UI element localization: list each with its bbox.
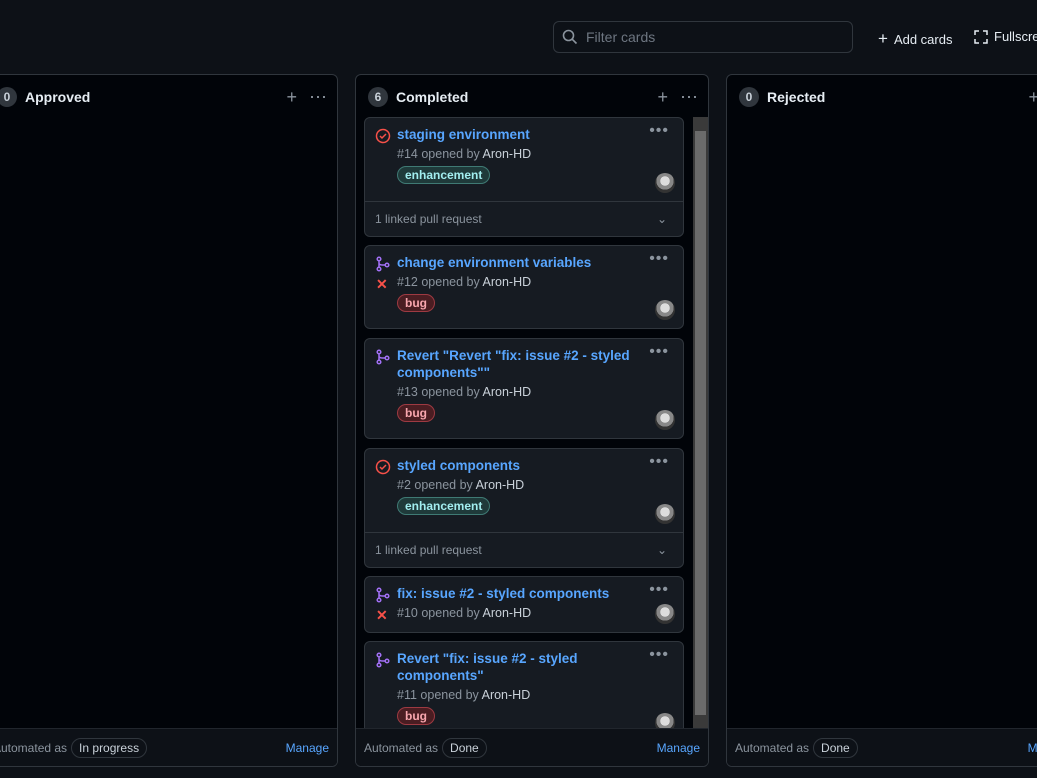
label-bug[interactable]: bug (397, 707, 435, 725)
card-title[interactable]: styled components (397, 457, 673, 474)
filter-cards-input[interactable] (586, 29, 836, 45)
column-count: 6 (368, 87, 388, 107)
card-item[interactable]: ✕ change environment variables #12 opene… (364, 245, 684, 329)
automation-badge: Done (442, 737, 487, 758)
linked-pull-request-toggle[interactable]: 1 linked pull request ⌄ (365, 201, 683, 236)
manage-link[interactable]: Manage (286, 741, 329, 755)
search-icon (562, 29, 578, 45)
column-count: 0 (0, 87, 17, 107)
card-menu-icon[interactable]: ••• (649, 122, 669, 140)
pull-request-icon (376, 587, 390, 603)
filter-cards-search[interactable] (553, 21, 853, 53)
chevron-down-icon: ⌄ (656, 543, 667, 557)
card-menu-icon[interactable]: ••• (649, 343, 669, 361)
column-count: 0 (739, 87, 759, 107)
column-menu-icon[interactable]: ⋯ (680, 87, 698, 108)
chevron-down-icon: ⌄ (656, 212, 667, 226)
card-item[interactable]: staging environment #14 opened by Aron-H… (364, 117, 684, 237)
avatar[interactable] (655, 713, 675, 729)
card-title[interactable]: Revert "fix: issue #2 - styled component… (397, 650, 673, 684)
column-approved: 0 Approved + ⋯ Automated as In progress Mana… (0, 74, 338, 767)
avatar[interactable] (655, 173, 675, 193)
add-cards-button[interactable]: + Add cards (878, 29, 952, 49)
avatar[interactable] (655, 410, 675, 430)
pull-request-icon (376, 256, 390, 272)
column-title: Rejected (767, 89, 826, 105)
issue-closed-icon (375, 128, 391, 144)
checks-failed-icon: ✕ (376, 607, 388, 623)
card-item[interactable]: ✕ fix: issue #2 - styled components #10 … (364, 576, 684, 633)
add-card-plus-icon[interactable]: + (286, 87, 297, 108)
pull-request-icon (376, 349, 390, 365)
issue-closed-icon (375, 459, 391, 475)
column-completed: 6 Completed + ⋯ staging environment #14 op… (355, 74, 709, 767)
manage-link[interactable]: Manage (1028, 741, 1037, 755)
label-enhancement[interactable]: enhancement (397, 497, 491, 515)
label-bug[interactable]: bug (397, 404, 435, 422)
automation-badge: Done (813, 737, 858, 758)
card-menu-icon[interactable]: ••• (649, 250, 669, 268)
checks-failed-icon: ✕ (376, 276, 388, 292)
column-title: Approved (25, 89, 91, 105)
card-menu-icon[interactable]: ••• (649, 581, 669, 599)
card-list-scrollbar[interactable] (693, 117, 708, 729)
column-menu-icon[interactable]: ⋯ (309, 87, 327, 108)
card-item[interactable]: Revert "Revert "fix: issue #2 - styled c… (364, 338, 684, 439)
column-rejected: 0Rejected +⋯ Automated asDoneManage (726, 74, 1037, 767)
avatar[interactable] (655, 300, 675, 320)
card-title[interactable]: change environment variables (397, 254, 673, 271)
card-item[interactable]: styled components #2 opened by Aron-HD e… (364, 448, 684, 568)
label-bug[interactable]: bug (397, 294, 435, 312)
manage-link[interactable]: Manage (657, 741, 700, 755)
card-title[interactable]: staging environment (397, 126, 673, 143)
avatar[interactable] (655, 504, 675, 524)
automation-badge: In progress (71, 737, 148, 758)
card-menu-icon[interactable]: ••• (649, 453, 669, 471)
column-title: Completed (396, 89, 469, 105)
fullscreen-icon (974, 29, 988, 44)
plus-icon: + (878, 29, 888, 48)
label-enhancement[interactable]: enhancement (397, 166, 491, 184)
pull-request-icon (376, 652, 390, 668)
card-list: staging environment #14 opened by Aron-H… (364, 117, 684, 729)
fullscreen-button[interactable]: Fullscreen (974, 29, 1037, 44)
card-title[interactable]: fix: issue #2 - styled components (397, 585, 673, 602)
linked-pull-request-toggle[interactable]: 1 linked pull request ⌄ (365, 532, 683, 567)
avatar[interactable] (655, 604, 675, 624)
scrollbar-thumb[interactable] (695, 131, 706, 715)
add-card-plus-icon[interactable]: + (1028, 87, 1037, 108)
card-menu-icon[interactable]: ••• (649, 646, 669, 664)
add-card-plus-icon[interactable]: + (657, 87, 668, 108)
card-title[interactable]: Revert "Revert "fix: issue #2 - styled c… (397, 347, 673, 381)
card-item[interactable]: Revert "fix: issue #2 - styled component… (364, 641, 684, 729)
